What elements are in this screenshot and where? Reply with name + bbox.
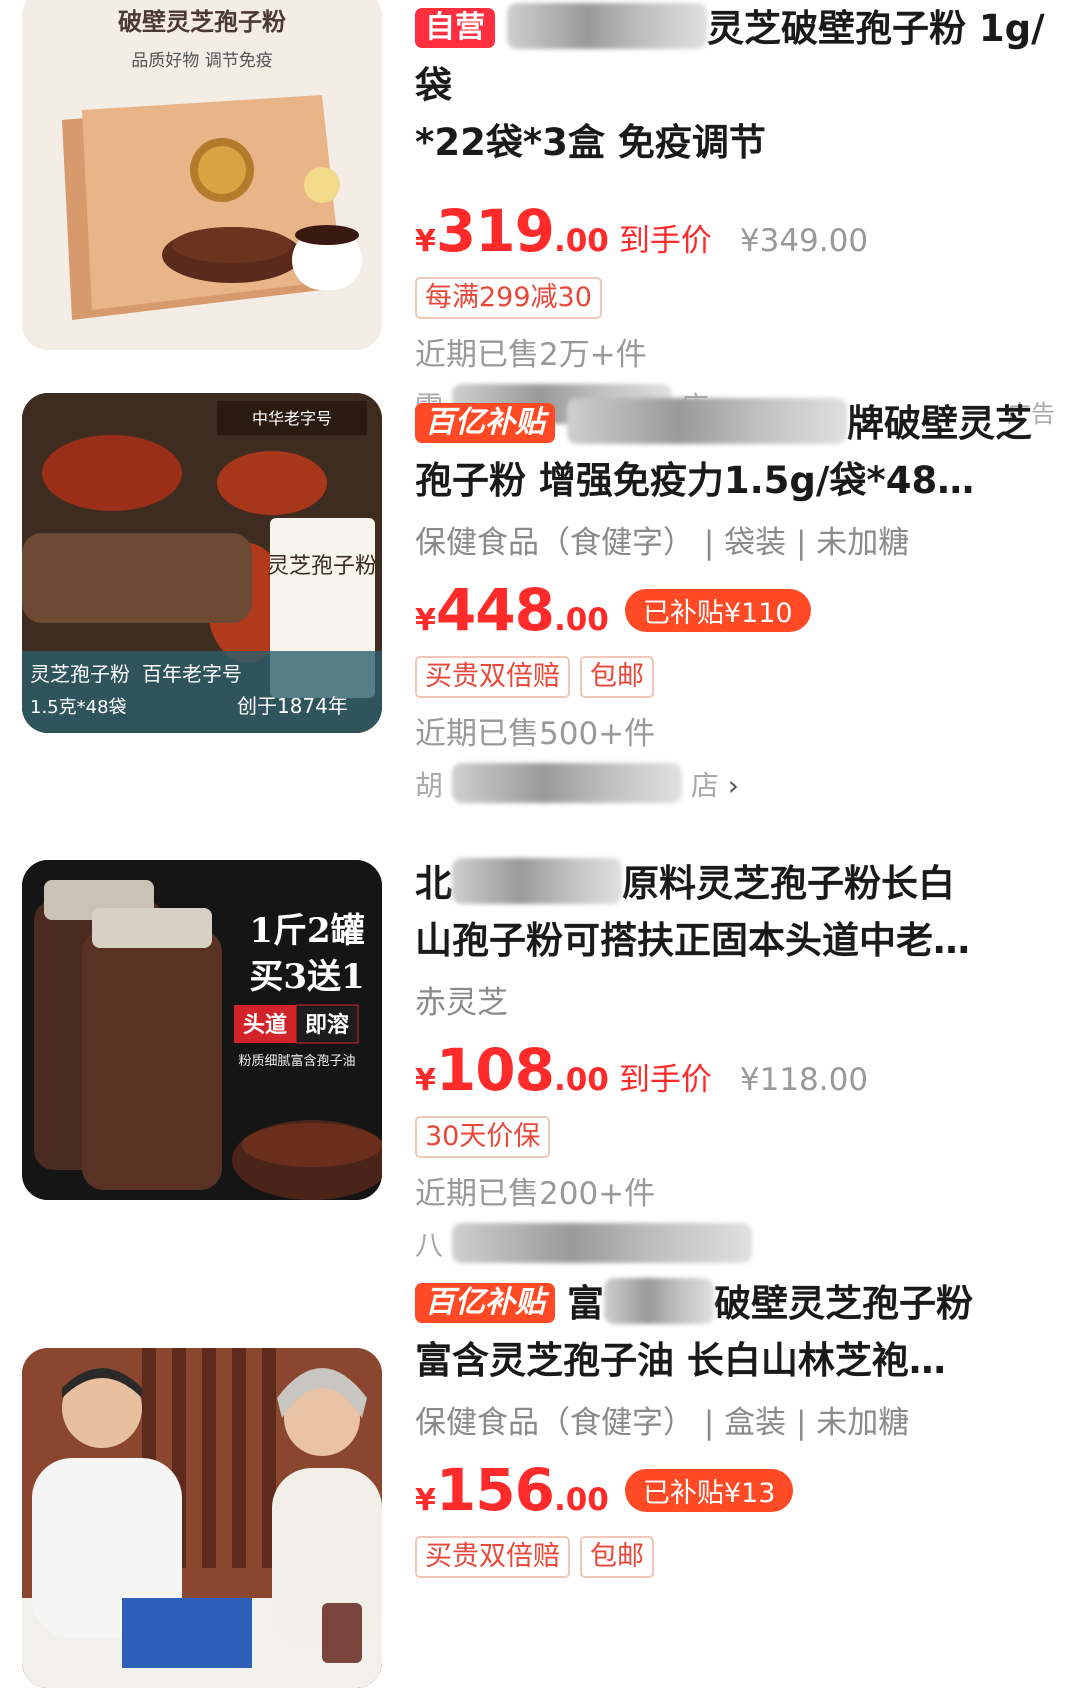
redacted-text	[451, 1223, 752, 1263]
brand-label: 中华老字号	[252, 409, 332, 428]
product-title-4[interactable]: 百亿补贴富 破壁灵芝孢子粉 富含灵芝孢子油 长白山林芝袍…	[415, 1275, 1055, 1389]
tag-list-4: 买贵双倍赔 包邮	[415, 1536, 1055, 1578]
currency-symbol: ¥	[415, 224, 436, 259]
price-amount: 448	[435, 576, 555, 644]
sold-count: 近期已售200+件	[415, 1176, 656, 1212]
price-amount: 156	[435, 1456, 555, 1524]
title-line-a: 破壁灵芝孢子粉	[714, 1282, 973, 1325]
title-prefix: 富	[567, 1282, 604, 1325]
price-decimals: .00	[553, 1062, 609, 1098]
price-decimals: .00	[553, 602, 609, 638]
product-image-1[interactable]: 破壁灵芝孢子粉 品质好物 调节免疫	[22, 0, 382, 350]
title-line-a: 牌破壁灵芝	[847, 402, 1032, 445]
product-image-2[interactable]: 中华老字号 灵芝孢子粉 灵芝孢子粉 1.5克*48袋 百年老字号 创于1874年	[22, 393, 382, 733]
redacted-text	[452, 858, 622, 904]
redacted-text	[507, 3, 707, 49]
image-tag-a: 头道	[243, 1012, 287, 1038]
badge-self-operated: 自营	[415, 8, 495, 48]
shop-name-suffix: 店	[690, 769, 719, 802]
title-line-b: *22袋*3盒 免疫调节	[415, 121, 766, 164]
tag: 买贵双倍赔	[415, 656, 570, 698]
redacted-text	[451, 763, 682, 803]
product-attributes: 保健食品（食健字） | 盒装 | 未加糖	[415, 1405, 910, 1441]
image-label-d: 创于1874年	[237, 694, 348, 718]
image-label-c: 百年老字号	[142, 662, 242, 686]
net-price-label: 到手价	[618, 1062, 712, 1098]
image-tag-b: 即溶	[305, 1012, 349, 1038]
currency-symbol: ¥	[415, 1483, 436, 1518]
image-line-2: 买3送1	[249, 957, 364, 997]
product-image-4[interactable]	[22, 1348, 382, 1688]
redacted-text	[567, 398, 847, 444]
price-amount: 319	[435, 197, 555, 265]
product-title-2[interactable]: 百亿补贴 牌破壁灵芝 孢子粉 增强免疫力1.5g/袋*48…	[415, 395, 1055, 509]
image-label-b: 1.5克*48袋	[30, 697, 127, 718]
product-title-3[interactable]: 北 原料灵芝孢子粉长白 山孢子粉可搭扶正固本头道中老…	[415, 855, 1055, 969]
product-image-illustration: 破壁灵芝孢子粉 品质好物 调节免疫	[22, 0, 382, 350]
price-decimals: .00	[553, 1482, 609, 1518]
product-attributes: 赤灵芝	[415, 985, 508, 1021]
price-row-3: ¥ 108 .00 到手价 ¥118.00	[415, 1036, 1055, 1104]
chevron-right-icon: ›	[727, 769, 739, 802]
price-row-4: ¥ 156 .00 已补贴¥13	[415, 1456, 1055, 1524]
redacted-text	[604, 1278, 714, 1324]
original-price: ¥349.00	[739, 223, 869, 259]
tag: 买贵双倍赔	[415, 1536, 570, 1578]
shop-link-3[interactable]: 八	[415, 1223, 1055, 1273]
tag: 每满299减30	[415, 277, 602, 319]
original-price: ¥118.00	[739, 1062, 869, 1098]
image-label-a: 灵芝孢子粉	[30, 662, 130, 686]
title-line-b: 孢子粉 增强免疫力1.5g/袋*48…	[415, 459, 975, 502]
product-card-4[interactable]: 百亿补贴富 破壁灵芝孢子粉 富含灵芝孢子油 长白山林芝袍… 保健食品（食健字） |…	[0, 1278, 1080, 1688]
product-attributes: 保健食品（食健字） | 袋装 | 未加糖	[415, 525, 910, 561]
subsidy-badge: 已补贴¥110	[624, 588, 811, 632]
currency-symbol: ¥	[415, 603, 436, 638]
product-card-2[interactable]: 中华老字号 灵芝孢子粉 灵芝孢子粉 1.5克*48袋 百年老字号 创于1874年…	[0, 393, 1080, 815]
tag-list-2: 买贵双倍赔 包邮	[415, 656, 1055, 698]
product-image-illustration: 1斤2罐 买3送1 头道 即溶 粉质细腻富含孢子油	[22, 860, 382, 1200]
shop-name-prefix: 八	[415, 1229, 444, 1262]
badge-subsidy: 百亿补贴	[415, 1283, 555, 1323]
shop-link-2[interactable]: 胡 店 ›	[415, 763, 1055, 813]
tag: 包邮	[580, 1536, 654, 1578]
price-decimals: .00	[553, 223, 609, 259]
tag-list-3: 30天价保	[415, 1116, 1055, 1158]
net-price-label: 到手价	[618, 223, 712, 259]
product-image-illustration	[22, 1348, 382, 1688]
sold-count: 近期已售500+件	[415, 716, 656, 752]
tag-list-1: 每满299减30	[415, 277, 1055, 319]
product-title-1[interactable]: 自营 灵芝破壁孢子粉 1g/袋 *22袋*3盒 免疫调节	[415, 0, 1055, 171]
price-amount: 108	[435, 1036, 555, 1104]
title-prefix: 北	[415, 862, 452, 905]
product-image-illustration: 中华老字号 灵芝孢子粉 灵芝孢子粉 1.5克*48袋 百年老字号 创于1874年	[22, 393, 382, 733]
title-line-b: 山孢子粉可搭扶正固本头道中老…	[415, 919, 970, 962]
image-line-1: 1斤2罐	[249, 911, 364, 951]
title-line-b: 富含灵芝孢子油 长白山林芝袍…	[415, 1339, 946, 1382]
product-card-1[interactable]: 破壁灵芝孢子粉 品质好物 调节免疫 自营 灵芝破壁孢子粉 1g/袋 *22袋*3盒…	[0, 0, 1080, 428]
image-subtitle: 品质好物 调节免疫	[131, 51, 272, 71]
price-row-2: ¥ 448 .00 已补贴¥110	[415, 576, 1055, 644]
shop-name-prefix: 胡	[415, 769, 444, 802]
title-line-a: 原料灵芝孢子粉长白	[622, 862, 955, 905]
tag: 包邮	[580, 656, 654, 698]
badge-subsidy: 百亿补贴	[415, 403, 555, 443]
product-card-3[interactable]: 1斤2罐 买3送1 头道 即溶 粉质细腻富含孢子油 北 原料灵芝孢子粉长白 山孢子…	[0, 858, 1080, 1273]
sold-count: 近期已售2万+件	[415, 337, 647, 373]
currency-symbol: ¥	[415, 1063, 436, 1098]
tag: 30天价保	[415, 1116, 551, 1158]
subsidy-badge: 已补贴¥13	[624, 1468, 794, 1512]
pack-label: 灵芝孢子粉	[267, 554, 377, 579]
product-image-3[interactable]: 1斤2罐 买3送1 头道 即溶 粉质细腻富含孢子油	[22, 860, 382, 1200]
image-line-3: 粉质细腻富含孢子油	[238, 1053, 355, 1069]
image-title: 破壁灵芝孢子粉	[118, 7, 286, 36]
price-row-1: ¥ 319 .00 到手价 ¥349.00	[415, 197, 1055, 265]
